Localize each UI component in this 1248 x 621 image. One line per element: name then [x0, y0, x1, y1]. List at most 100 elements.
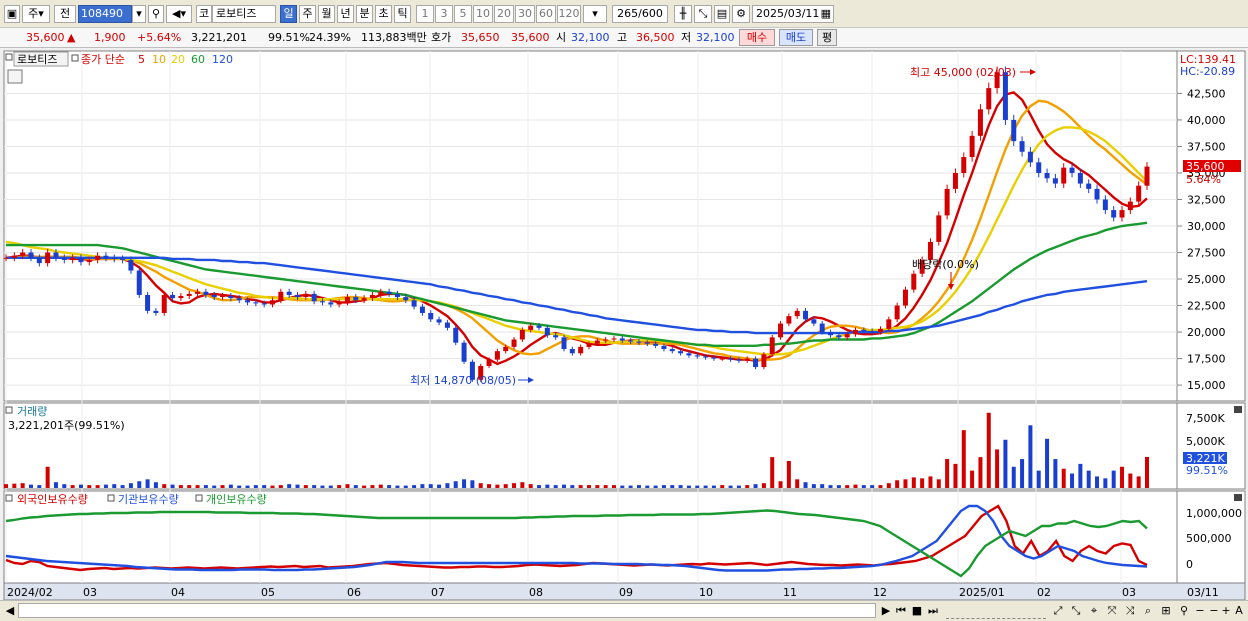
- scroll-left-icon[interactable]: ◀: [4, 603, 16, 618]
- volume-bar: [928, 476, 933, 488]
- volume-bar: [20, 483, 25, 488]
- holdings-axis-1000000: 1,000,000: [1186, 507, 1242, 520]
- minus-icon[interactable]: −: [1208, 603, 1220, 618]
- tool-icon[interactable]: ⊞: [1158, 603, 1174, 618]
- market-select[interactable]: 주▾: [22, 5, 50, 23]
- candle-body: [353, 297, 359, 301]
- candle-body: [1119, 210, 1125, 218]
- stock-name-field[interactable]: 로보티즈: [212, 5, 276, 23]
- candle-body: [1036, 162, 1042, 173]
- candle-body: [303, 293, 309, 298]
- period-tab-week[interactable]: 주: [299, 5, 316, 23]
- date-field[interactable]: 2025/03/11 ▦: [752, 5, 834, 23]
- gear-icon[interactable]: ⚙: [732, 5, 750, 23]
- tool-icon[interactable]: ⌖: [1086, 603, 1102, 618]
- volume-bar: [670, 485, 675, 488]
- candle-body: [728, 358, 734, 360]
- interval-button-60[interactable]: 60: [536, 5, 556, 23]
- buy-button[interactable]: 매수: [739, 29, 775, 46]
- volume-bar: [178, 485, 183, 488]
- candle-body: [428, 312, 434, 320]
- candle-body: [1069, 167, 1075, 173]
- last-page-icon[interactable]: ⏭: [926, 603, 940, 618]
- volume-bar: [478, 483, 483, 488]
- save-icon[interactable]: ▤: [714, 5, 730, 23]
- tool-icon[interactable]: ⤧: [1104, 603, 1120, 618]
- period-tab-minute[interactable]: 분: [356, 5, 373, 23]
- period-mode-button[interactable]: 전: [54, 5, 76, 23]
- candle-body: [678, 351, 684, 354]
- volume-bar: [370, 485, 375, 488]
- interval-button-5[interactable]: 5: [454, 5, 472, 23]
- bid-price: 35,600: [511, 31, 550, 44]
- sell-button[interactable]: 매도: [779, 29, 813, 46]
- cross-icon[interactable]: ⤡: [694, 5, 712, 23]
- period-tab-day[interactable]: 일: [280, 5, 297, 23]
- volume-bar: [512, 483, 517, 488]
- zoom-in-icon[interactable]: +: [1220, 603, 1232, 618]
- date-value: 2025/03/11: [756, 7, 820, 20]
- candle-body: [311, 293, 317, 302]
- count-field[interactable]: 265/600: [612, 5, 668, 23]
- volume-bar: [778, 481, 783, 488]
- volume-bar: [870, 485, 875, 488]
- interval-button-20[interactable]: 20: [494, 5, 514, 23]
- volume-bar: [287, 484, 292, 488]
- volume-bar: [562, 484, 567, 488]
- interval-button-1[interactable]: 1: [416, 5, 434, 23]
- tool-icon[interactable]: ⌕: [1140, 603, 1156, 618]
- candle-body: [936, 215, 942, 242]
- interval-button-10[interactable]: 10: [473, 5, 493, 23]
- search-icon[interactable]: ⚲: [148, 5, 164, 23]
- tool-icon[interactable]: ⤢: [1050, 603, 1066, 618]
- chart-area[interactable]: 42,50040,00037,50035,00032,50030,00027,5…: [0, 48, 1248, 600]
- candle-body: [361, 298, 367, 301]
- scroll-right-icon[interactable]: ▶: [880, 603, 892, 618]
- volume-bar: [453, 481, 458, 488]
- candle-body: [553, 335, 559, 338]
- table-icon[interactable]: [7, 69, 23, 84]
- zoom-icon[interactable]: ⚲: [1176, 603, 1192, 618]
- eval-button[interactable]: 평: [817, 29, 837, 46]
- period-tab-tick[interactable]: 틱: [394, 5, 411, 23]
- chevron-down-icon[interactable]: ▾: [132, 5, 146, 23]
- panel-close-icon[interactable]: [1234, 494, 1242, 501]
- volume-bar: [128, 483, 133, 488]
- dividend-annotation: 배당락(0.0%): [912, 258, 979, 271]
- price-tick-label: 25,000: [1187, 273, 1226, 286]
- volume-bar: [1003, 439, 1008, 488]
- tool-icon[interactable]: ⤡: [1068, 603, 1084, 618]
- tool-icon[interactable]: ⤨: [1122, 603, 1138, 618]
- interval-button-120[interactable]: 120: [557, 5, 581, 23]
- candle-body: [270, 300, 276, 305]
- zoom-out-icon[interactable]: −: [1194, 603, 1206, 618]
- period-tab-month[interactable]: 월: [318, 5, 335, 23]
- speaker-icon[interactable]: ◀▾: [166, 5, 192, 23]
- volume-bar: [945, 459, 950, 488]
- interval-custom-select[interactable]: ▾: [583, 5, 607, 23]
- font-size-icon[interactable]: A: [1233, 603, 1245, 618]
- legend-ma-60: 60: [191, 53, 205, 66]
- volume-bar: [137, 481, 142, 488]
- period-tab-second[interactable]: 초: [375, 5, 392, 23]
- panel-close-icon[interactable]: [1234, 406, 1242, 413]
- volume-bar: [312, 485, 317, 488]
- candle-icon[interactable]: ╫: [674, 5, 692, 23]
- stop-icon[interactable]: ■: [910, 603, 924, 618]
- candle-body: [419, 306, 425, 313]
- interval-button-3[interactable]: 3: [435, 5, 453, 23]
- horizontal-scrollbar[interactable]: [18, 603, 876, 618]
- chevron-down-icon: ▾: [38, 7, 44, 20]
- candle-body: [286, 291, 292, 295]
- window-icon[interactable]: ▣: [4, 5, 20, 23]
- candle-body: [969, 135, 975, 158]
- volume-bar: [953, 463, 958, 488]
- interval-button-30[interactable]: 30: [515, 5, 535, 23]
- stock-code-input[interactable]: 108490: [78, 5, 132, 23]
- period-tab-year[interactable]: 년: [337, 5, 354, 23]
- zoom-slider[interactable]: [946, 603, 1046, 619]
- volume-bar: [378, 484, 383, 488]
- volume-bar: [970, 470, 975, 488]
- first-page-icon[interactable]: ⏮: [894, 603, 908, 618]
- date-tick-label: 02: [1037, 586, 1051, 599]
